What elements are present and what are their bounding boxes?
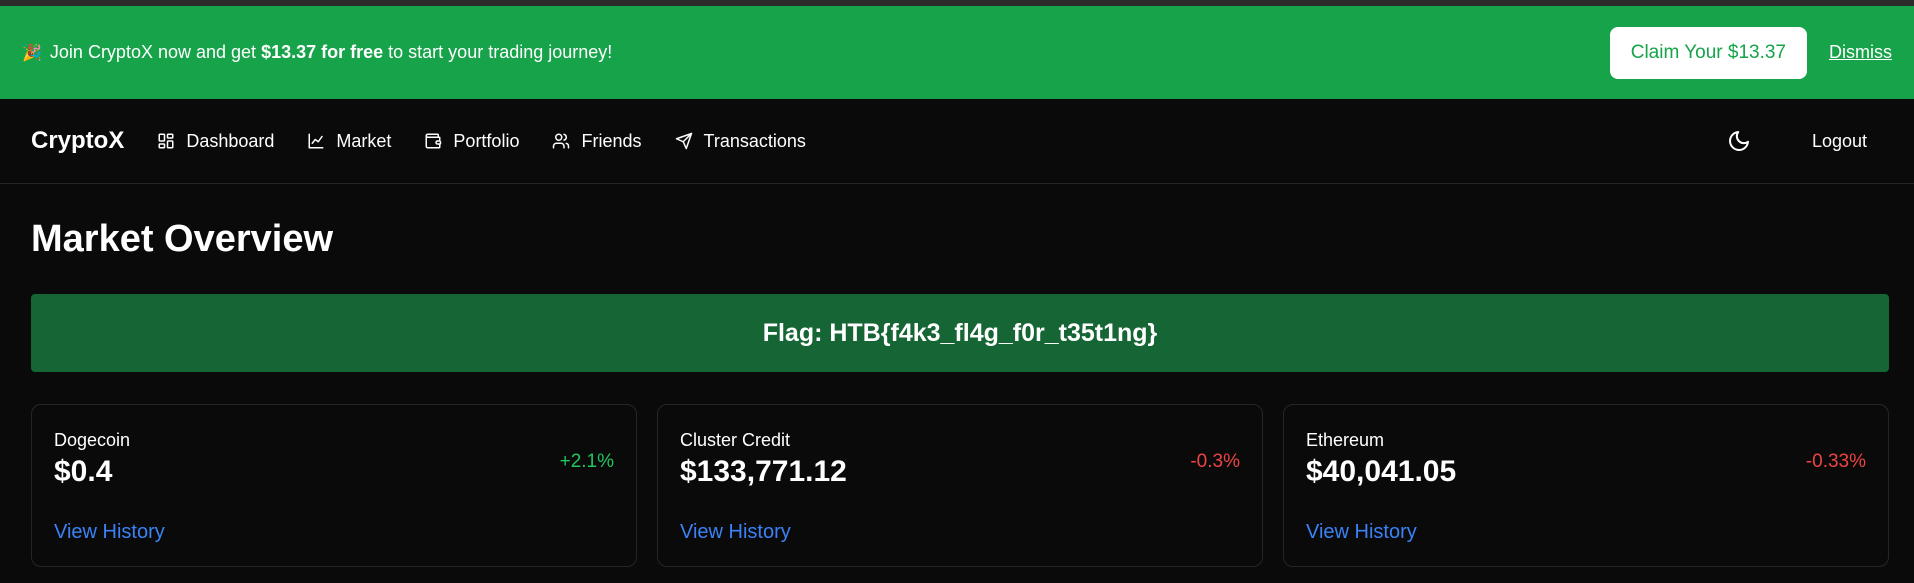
dismiss-link[interactable]: Dismiss bbox=[1829, 42, 1892, 63]
promo-text-bold: $13.37 for free bbox=[261, 42, 384, 62]
market-card: Ethereum $40,041.05 -0.33% View History bbox=[1283, 404, 1889, 567]
coin-price: $40,041.05 bbox=[1306, 455, 1457, 488]
promo-text-before: Join CryptoX now and get bbox=[49, 42, 257, 62]
coin-price: $0.4 bbox=[54, 455, 113, 488]
view-history-link[interactable]: View History bbox=[680, 521, 791, 544]
flag-banner: Flag: HTB{f4k3_fl4g_f0r_t35t1ng} bbox=[31, 294, 1889, 372]
chart-icon bbox=[308, 133, 324, 149]
nav-item-transactions[interactable]: Transactions bbox=[675, 131, 806, 152]
logout-button[interactable]: Logout bbox=[1812, 131, 1867, 152]
market-card: Dogecoin $0.4 +2.1% View History bbox=[31, 404, 637, 567]
view-history-link[interactable]: View History bbox=[1306, 521, 1417, 544]
nav-item-friends[interactable]: Friends bbox=[552, 130, 642, 152]
page-title: Market Overview bbox=[31, 218, 334, 260]
price-change: -0.33% bbox=[1805, 451, 1866, 472]
market-cards: Dogecoin $0.4 +2.1% View History Cluster… bbox=[31, 404, 1889, 567]
moon-icon[interactable] bbox=[1727, 129, 1751, 153]
nav-item-dashboard[interactable]: Dashboard bbox=[157, 131, 274, 152]
price-change: -0.3% bbox=[1190, 451, 1240, 472]
nav-item-label: Transactions bbox=[703, 130, 806, 151]
navbar: CryptoX Dashboard Market Portfolio Frien… bbox=[0, 99, 1914, 184]
coin-name: Cluster Credit bbox=[680, 430, 791, 450]
claim-button[interactable]: Claim Your $13.37 bbox=[1609, 26, 1807, 79]
view-history-link[interactable]: View History bbox=[54, 521, 165, 544]
party-icon: 🎉 bbox=[22, 44, 42, 62]
coin-name: Ethereum bbox=[1306, 430, 1385, 450]
send-icon bbox=[675, 132, 692, 150]
nav-item-portfolio[interactable]: Portfolio bbox=[424, 131, 519, 152]
promo-text-after: to start your trading journey! bbox=[388, 42, 613, 62]
nav-item-label: Dashboard bbox=[186, 130, 275, 151]
nav-item-label: Portfolio bbox=[453, 130, 520, 151]
dashboard-icon bbox=[158, 133, 174, 149]
wallet-icon bbox=[425, 133, 442, 149]
price-change: +2.1% bbox=[559, 451, 614, 472]
market-card: Cluster Credit $133,771.12 -0.3% View Hi… bbox=[657, 404, 1263, 567]
nav-item-market[interactable]: Market bbox=[307, 131, 391, 152]
brand-logo[interactable]: CryptoX bbox=[31, 127, 124, 155]
nav-item-label: Friends bbox=[581, 130, 642, 151]
users-icon bbox=[553, 133, 570, 149]
promo-message: 🎉 Join CryptoX now and get $13.37 for fr… bbox=[22, 42, 612, 63]
coin-price: $133,771.12 bbox=[680, 455, 847, 488]
nav-item-label: Market bbox=[336, 130, 392, 151]
promo-banner: 🎉 Join CryptoX now and get $13.37 for fr… bbox=[0, 6, 1914, 99]
coin-name: Dogecoin bbox=[54, 430, 131, 450]
